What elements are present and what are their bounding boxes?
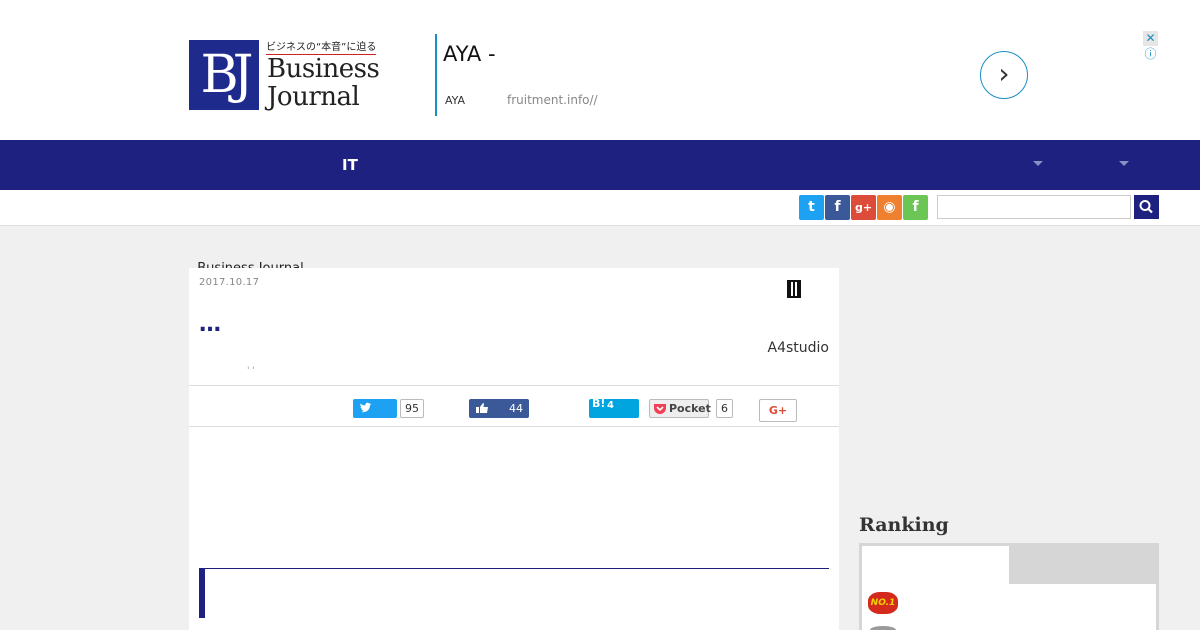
building-icon [787,280,801,298]
tweet-count: 95 [400,399,424,418]
section-heading [199,568,829,618]
chevron-right-icon[interactable]: › [980,51,1028,99]
facebook-icon[interactable]: f [825,195,850,220]
ranking-box: NO.1 [859,543,1159,630]
site-logo[interactable]: BJ ビジネスの“本音”に迫る Business Journal [189,38,380,118]
pocket-icon [654,404,666,414]
googleplus-share-button[interactable]: G+ [759,399,797,422]
search-icon [1139,200,1153,214]
search-input[interactable] [937,195,1131,219]
ad-advertiser: AYA [445,94,466,107]
hatena-label: B! [592,397,606,410]
feedly-icon[interactable]: f [903,195,928,220]
tweet-button[interactable] [353,399,397,418]
twitter-bird-icon [360,402,372,413]
ad-title[interactable]: AYA - [443,42,496,66]
nav-item-it[interactable]: IT [342,156,358,174]
ranking-tab-inactive[interactable] [1009,546,1157,584]
logo-word-business: Business [267,54,380,84]
ad-banner[interactable]: AYA - AYA fruitment.info// › [435,34,1035,116]
pocket-button[interactable]: Pocket [649,399,711,418]
logo-mark: BJ [189,40,259,110]
info-icon[interactable]: ⓘ [1143,47,1158,62]
hatena-count: 4 [607,400,614,411]
article-date: 2017.10.17 [199,277,260,288]
close-icon[interactable]: ✕ [1143,31,1158,46]
twitter-icon[interactable]: t [799,195,824,220]
header: BJ ビジネスの“本音”に迫る Business Journal AYA - A… [0,0,1200,140]
like-count: 44 [509,402,523,415]
logo-tagline: ビジネスの“本音”に迫る [266,38,377,55]
ranking-title: Ranking [859,514,949,536]
googleplus-icon[interactable]: g+ [851,195,876,220]
article-author: A4studio [767,340,829,356]
ad-slot [189,428,839,568]
rss-icon[interactable]: ◉ [877,195,902,220]
pocket-label: Pocket [669,402,711,415]
pocket-count: 6 [716,399,733,418]
logo-word-journal: Journal [267,82,360,112]
article-title: … [199,312,221,337]
facebook-like-button[interactable]: 44 [469,399,529,418]
utility-bar: t f g+ ◉ f [0,190,1200,226]
rank-2-badge-icon [870,626,896,630]
ad-url[interactable]: fruitment.info// [507,93,598,107]
article-card: 2017.10.17 … A4studio ' ' 95 44 B! 4 Poc… [189,268,839,630]
dropdown-caret-icon[interactable] [1119,161,1129,166]
dropdown-caret-icon[interactable] [1033,161,1043,166]
rank-1-badge-icon: NO.1 [868,592,898,614]
hatena-bookmark-button[interactable]: B! 4 [589,397,639,418]
share-bar: 95 44 B! 4 Pocket 6 G+ [189,385,839,427]
article-meta: ' ' [247,366,255,376]
main-nav: IT [0,140,1200,190]
search-button[interactable] [1134,195,1159,219]
thumbs-up-icon [476,403,488,413]
